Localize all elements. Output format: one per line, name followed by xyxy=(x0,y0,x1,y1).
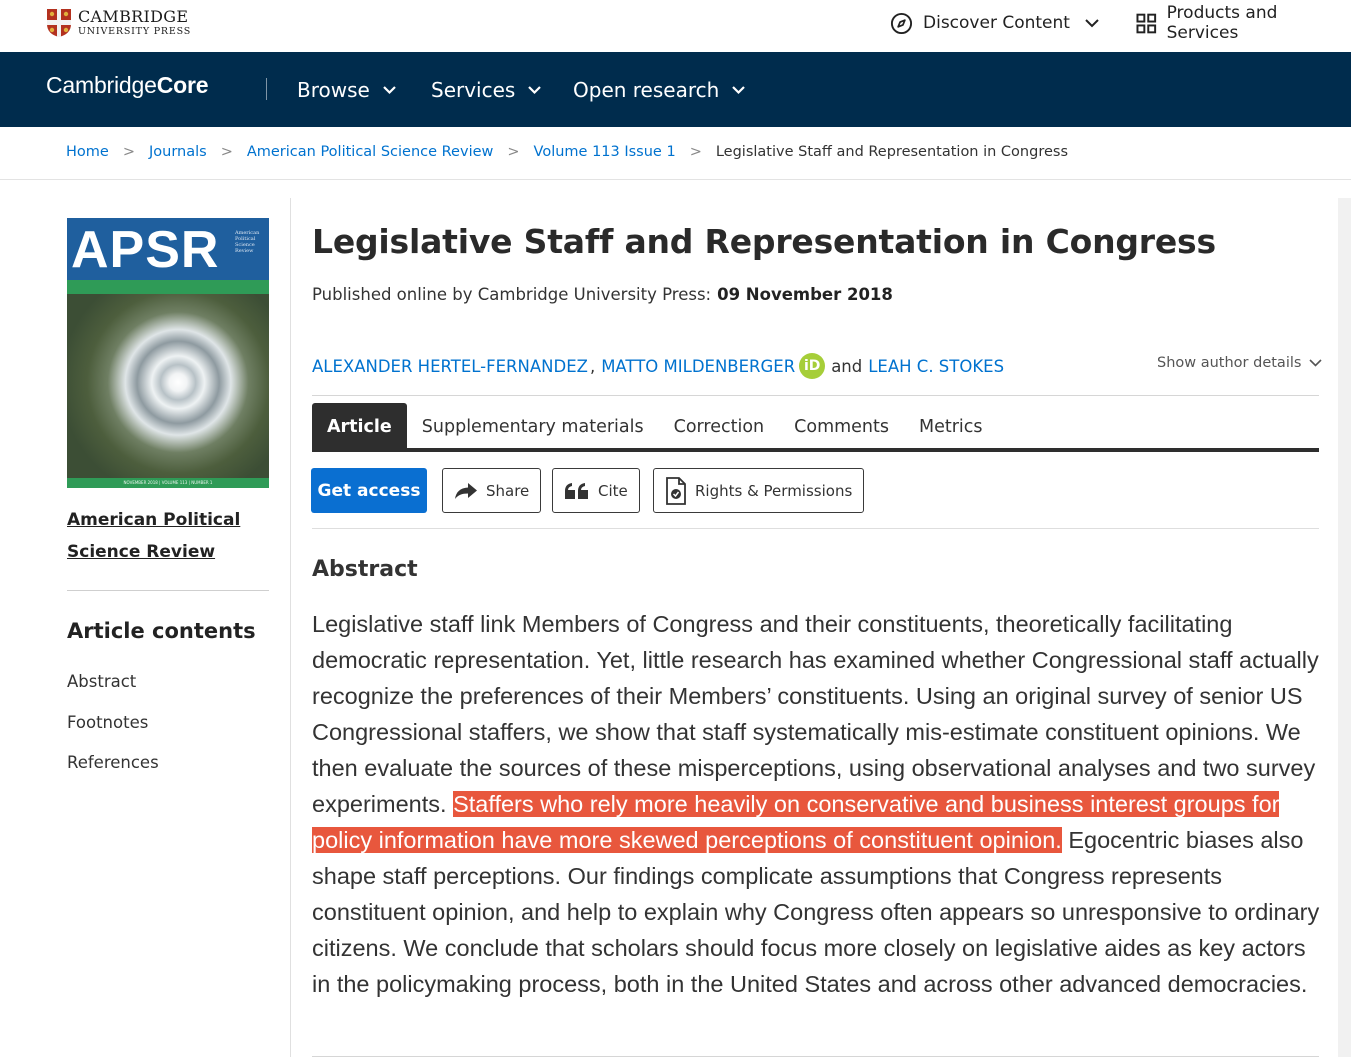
logo-line2: UNIVERSITY PRESS xyxy=(78,26,192,38)
tab-supplementary-materials[interactable]: Supplementary materials xyxy=(407,403,659,450)
breadcrumb-journal[interactable]: American Political Science Review xyxy=(247,144,494,160)
contents-item-footnotes[interactable]: Footnotes xyxy=(67,713,148,732)
cover-subtitle: American Political Science Review xyxy=(235,230,260,254)
breadcrumb-journals[interactable]: Journals xyxy=(149,144,207,160)
authors-divider xyxy=(312,395,1319,396)
breadcrumb-separator: > xyxy=(122,144,135,160)
chevron-down-icon xyxy=(1309,359,1323,367)
tab-article[interactable]: Article xyxy=(312,403,407,450)
share-button[interactable]: Share xyxy=(442,468,542,513)
show-author-details-toggle[interactable]: Show author details xyxy=(1157,355,1323,371)
rights-permissions-button[interactable]: Rights & Permissions xyxy=(653,468,865,513)
author-link[interactable]: ALEXANDER HERTEL-FERNANDEZ xyxy=(312,357,588,376)
article-title: Legislative Staff and Representation in … xyxy=(312,222,1216,261)
abstract-text: Legislative staff link Members of Congre… xyxy=(312,606,1322,1002)
breadcrumb-separator: > xyxy=(689,144,702,160)
nav-services-label: Services xyxy=(431,77,516,102)
top-bar: CAMBRIDGE UNIVERSITY PRESS Discover Cont… xyxy=(0,0,1351,52)
actions-divider xyxy=(312,528,1319,529)
published-line: Published online by Cambridge University… xyxy=(312,285,893,304)
nav-browse-label: Browse xyxy=(297,77,370,102)
contents-item-abstract[interactable]: Abstract xyxy=(67,672,136,691)
cambridge-core-logo[interactable]: CambridgeCore xyxy=(46,72,209,99)
tab-correction[interactable]: Correction xyxy=(659,403,780,450)
journal-title-line1: American Political xyxy=(67,510,241,530)
author-and: and xyxy=(831,356,863,376)
cite-button[interactable]: Cite xyxy=(552,468,640,513)
get-access-button[interactable]: Get access xyxy=(311,468,427,513)
discover-content-label: Discover Content xyxy=(923,13,1070,33)
navbar-divider xyxy=(266,78,267,100)
breadcrumb-issue[interactable]: Volume 113 Issue 1 xyxy=(534,144,676,160)
sidebar-divider xyxy=(67,590,269,591)
page-scrollbar[interactable] xyxy=(1338,198,1351,1057)
core-logo-regular: Cambridge xyxy=(46,72,157,98)
author-separator: , xyxy=(589,356,596,376)
cambridge-shield-icon xyxy=(47,9,71,37)
quote-icon xyxy=(565,482,588,499)
cover-title: APSR xyxy=(71,221,220,279)
tab-comments[interactable]: Comments xyxy=(779,403,904,450)
article-tabs: Article Supplementary materials Correcti… xyxy=(312,403,998,450)
nav-browse[interactable]: Browse xyxy=(297,52,397,127)
breadcrumb-separator: > xyxy=(220,144,233,160)
breadcrumb-current: Legislative Staff and Representation in … xyxy=(715,144,1068,160)
document-badge-icon xyxy=(666,476,686,505)
chevron-down-icon xyxy=(1085,19,1099,28)
rights-permissions-label: Rights & Permissions xyxy=(695,481,853,500)
nav-services[interactable]: Services xyxy=(431,52,542,127)
nav-open-research-label: Open research xyxy=(573,77,720,102)
author-link[interactable]: MATTO MILDENBERGER xyxy=(601,357,795,376)
article-contents-heading: Article contents xyxy=(67,619,256,643)
breadcrumb-home[interactable]: Home xyxy=(66,144,109,160)
published-prefix: Published online by Cambridge University… xyxy=(312,285,712,304)
tab-metrics[interactable]: Metrics xyxy=(904,403,998,450)
author-list: ALEXANDER HERTEL-FERNANDEZ, MATTO MILDEN… xyxy=(312,352,1004,380)
tabs-underline xyxy=(312,448,1319,452)
core-logo-bold: Core xyxy=(156,72,209,98)
chevron-down-icon xyxy=(732,85,746,94)
orcid-icon[interactable]: iD xyxy=(799,353,826,379)
grid-icon xyxy=(1136,13,1157,33)
discover-content-menu[interactable]: Discover Content xyxy=(890,0,1100,46)
products-services-label: Products and Services xyxy=(1166,3,1278,43)
chevron-down-icon xyxy=(383,85,396,94)
breadcrumb: Home > Journals > American Political Sci… xyxy=(66,140,1068,164)
contents-item-references[interactable]: References xyxy=(67,753,159,772)
cambridge-university-press-logo[interactable]: CAMBRIDGE UNIVERSITY PRESS xyxy=(46,8,191,38)
sidebar-vertical-divider xyxy=(290,198,291,1057)
author-link[interactable]: LEAH C. STOKES xyxy=(868,357,1004,376)
logo-line1: CAMBRIDGE xyxy=(78,7,189,27)
chevron-down-icon xyxy=(528,85,542,94)
breadcrumb-separator: > xyxy=(507,144,520,160)
show-author-details-label: Show author details xyxy=(1157,355,1302,371)
journal-title-line2: Science Review xyxy=(67,542,216,562)
breadcrumb-divider xyxy=(0,179,1351,180)
journal-title-link[interactable]: American Political Science Review xyxy=(67,504,269,568)
share-label: Share xyxy=(486,481,530,500)
compass-icon xyxy=(890,12,913,34)
cover-footer: NOVEMBER 2018 | VOLUME 113 | NUMBER 1 xyxy=(123,480,213,485)
products-services-menu[interactable]: Products and Services xyxy=(1136,0,1351,46)
share-icon xyxy=(455,482,477,499)
nav-open-research[interactable]: Open research xyxy=(573,52,746,127)
cite-label: Cite xyxy=(598,481,628,500)
abstract-text-before: Legislative staff link Members of Congre… xyxy=(312,611,1319,817)
hurricane-photo xyxy=(67,294,269,478)
journal-cover-image[interactable]: APSR American Political Science Review N… xyxy=(67,218,269,488)
published-date: 09 November 2018 xyxy=(717,285,893,304)
abstract-heading: Abstract xyxy=(312,557,418,582)
cambridge-core-navbar: CambridgeCore Browse Services Open resea… xyxy=(0,52,1351,127)
